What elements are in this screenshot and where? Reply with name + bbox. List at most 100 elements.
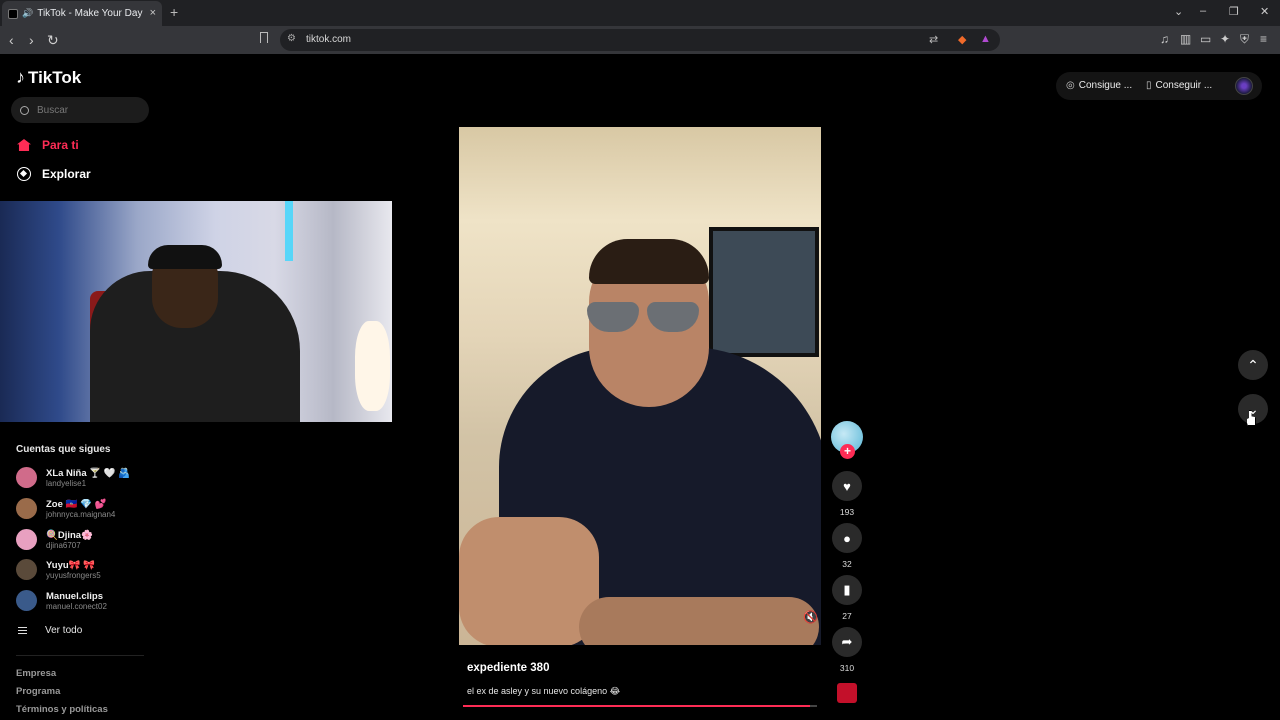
followed-account[interactable]: 🍭Djina🌸 djina6707: [16, 529, 93, 550]
avatar: [16, 590, 37, 611]
ring-light: [355, 321, 390, 411]
tattooed-forearm: [579, 597, 819, 645]
menu-icon[interactable]: ≡: [1260, 32, 1267, 46]
share-count: 310: [839, 663, 855, 673]
account-name: Yuyu🎀 🎀: [46, 559, 95, 571]
audio-playing-icon[interactable]: 🔊: [22, 8, 33, 19]
new-tab-button[interactable]: +: [170, 4, 178, 20]
browser-tab-bar: 🔊 TikTok - Make Your Day × + ⌄ – ❐ ✕: [0, 0, 1280, 26]
sunglasses: [587, 302, 711, 332]
save-count: 27: [842, 611, 852, 621]
reload-icon[interactable]: ↻: [47, 32, 59, 49]
streamer-cap: [148, 245, 222, 269]
browser-tab[interactable]: 🔊 TikTok - Make Your Day ×: [2, 1, 162, 26]
sidebar-icon[interactable]: ▥: [1180, 32, 1191, 46]
avatar: [16, 559, 37, 580]
window-close-icon[interactable]: ✕: [1260, 5, 1269, 18]
restore-icon[interactable]: ❐: [1229, 5, 1239, 18]
get-app-label: Conseguir ...: [1155, 80, 1213, 91]
account-handle: manuel.conect02: [46, 601, 107, 611]
site-info-icon[interactable]: ⚙: [287, 33, 296, 44]
tv-in-background: [709, 227, 819, 357]
account-name: Zoe 🇭🇹 💎 💕: [46, 498, 107, 510]
translate-icon[interactable]: ⇄: [929, 33, 938, 46]
nav-explore[interactable]: Explorar: [16, 166, 91, 182]
heart-icon: ♥: [843, 478, 851, 494]
account-name: Manuel.clips: [46, 590, 104, 602]
followed-account[interactable]: XLa Niña 🍸 🤍 🫂 landyelise1: [16, 467, 130, 488]
comment-count: 32: [842, 559, 852, 569]
account-name: 🍭Djina🌸: [46, 529, 93, 541]
tab-title: TikTok - Make Your Day: [37, 8, 143, 19]
phone-icon: ▯: [1146, 80, 1152, 91]
search-input[interactable]: Buscar: [11, 97, 149, 123]
webcam-overlay: [0, 201, 392, 422]
share-icon: ➦: [841, 634, 853, 649]
previous-video-button[interactable]: ⌃: [1238, 350, 1268, 380]
account-handle: yuyusfrongers5: [46, 570, 101, 580]
get-app-button[interactable]: ▯ Conseguir ...: [1146, 80, 1212, 91]
tiktok-logo[interactable]: ♪ TikTok: [16, 67, 81, 88]
browser-toolbar: ‹ › ↻ ⚙ tiktok.com ⇄ ◆ ▲ ♫ ▥ ▭ ✦ ⛨ ≡: [0, 26, 1280, 54]
followed-account[interactable]: Yuyu🎀 🎀 yuyusfrongers5: [16, 559, 101, 580]
share-button[interactable]: ➦: [832, 627, 862, 657]
tiktok-favicon-icon: [8, 8, 18, 19]
video-author[interactable]: expediente 380: [467, 662, 549, 674]
home-icon: [16, 137, 32, 153]
account-handle: johnnyca.maignan4: [46, 509, 116, 519]
nav-for-you[interactable]: Para ti: [16, 137, 79, 153]
search-placeholder: Buscar: [37, 104, 69, 116]
coin-icon: ◎: [1066, 80, 1075, 91]
followed-account[interactable]: Zoe 🇭🇹 💎 💕 johnnyca.maignan4: [16, 498, 115, 519]
video-player[interactable]: [459, 127, 821, 645]
tiktok-note-icon: ♪: [16, 67, 25, 87]
chevron-down-icon: ⌄: [1247, 400, 1259, 417]
bookmark-icon[interactable]: [260, 32, 268, 43]
tab-close-icon[interactable]: ×: [150, 7, 156, 19]
video-progress-bar[interactable]: [463, 705, 817, 707]
footer-link-company[interactable]: Empresa: [16, 668, 56, 679]
footer-link-terms[interactable]: Términos y políticas: [16, 704, 108, 715]
music-disc-icon[interactable]: [837, 683, 857, 703]
bookmark-icon: ▮: [843, 582, 851, 597]
comment-icon: ●: [843, 530, 851, 546]
like-button[interactable]: ♥: [832, 471, 862, 501]
account-handle: landyelise1: [46, 478, 87, 488]
followed-account[interactable]: Manuel.clips manuel.conect02: [16, 590, 107, 611]
leo-ai-icon[interactable]: ✦: [1220, 32, 1230, 46]
account-name: XLa Niña 🍸 🤍 🫂: [46, 467, 131, 479]
media-icon[interactable]: ♫: [1160, 32, 1169, 46]
footer-link-program[interactable]: Programa: [16, 686, 60, 697]
like-count: 193: [839, 507, 855, 517]
wallet-icon[interactable]: ▭: [1200, 32, 1211, 46]
avatar: [16, 467, 37, 488]
brave-shields-icon[interactable]: ◆: [958, 33, 966, 46]
brave-rewards-icon[interactable]: ▲: [980, 33, 991, 45]
address-bar[interactable]: ⚙ tiktok.com ⇄ ◆ ▲: [280, 29, 1000, 51]
comment-button[interactable]: ●: [832, 523, 862, 553]
see-all-button[interactable]: Ver todo: [18, 625, 82, 636]
profile-avatar[interactable]: [1235, 77, 1253, 95]
minimize-icon[interactable]: –: [1200, 5, 1206, 17]
tab-search-icon[interactable]: ⌄: [1174, 5, 1183, 18]
get-coins-label: Consigue ...: [1078, 80, 1133, 91]
forward-icon[interactable]: ›: [29, 32, 34, 48]
chevron-up-icon: ⌃: [1247, 356, 1259, 373]
mute-icon[interactable]: 🔇: [803, 610, 818, 624]
nav-label: Explorar: [42, 167, 91, 181]
video-description: el ex de asley y su nuevo colágeno 😂: [467, 686, 621, 696]
sidebar-divider: [16, 655, 144, 656]
account-handle: djina6707: [46, 540, 81, 550]
avatar: [16, 529, 37, 550]
list-icon: [18, 627, 27, 634]
save-button[interactable]: ▮: [832, 575, 862, 605]
video-progress-fill: [463, 705, 810, 707]
see-all-label: Ver todo: [45, 625, 83, 636]
get-coins-button[interactable]: ◎ Consigue ...: [1066, 80, 1132, 91]
tattooed-arm: [459, 517, 599, 645]
neon-light: [285, 201, 293, 261]
follow-plus-icon[interactable]: +: [840, 444, 855, 459]
search-icon: [20, 105, 29, 115]
vpn-icon[interactable]: ⛨: [1240, 32, 1249, 47]
back-icon[interactable]: ‹: [9, 32, 14, 48]
